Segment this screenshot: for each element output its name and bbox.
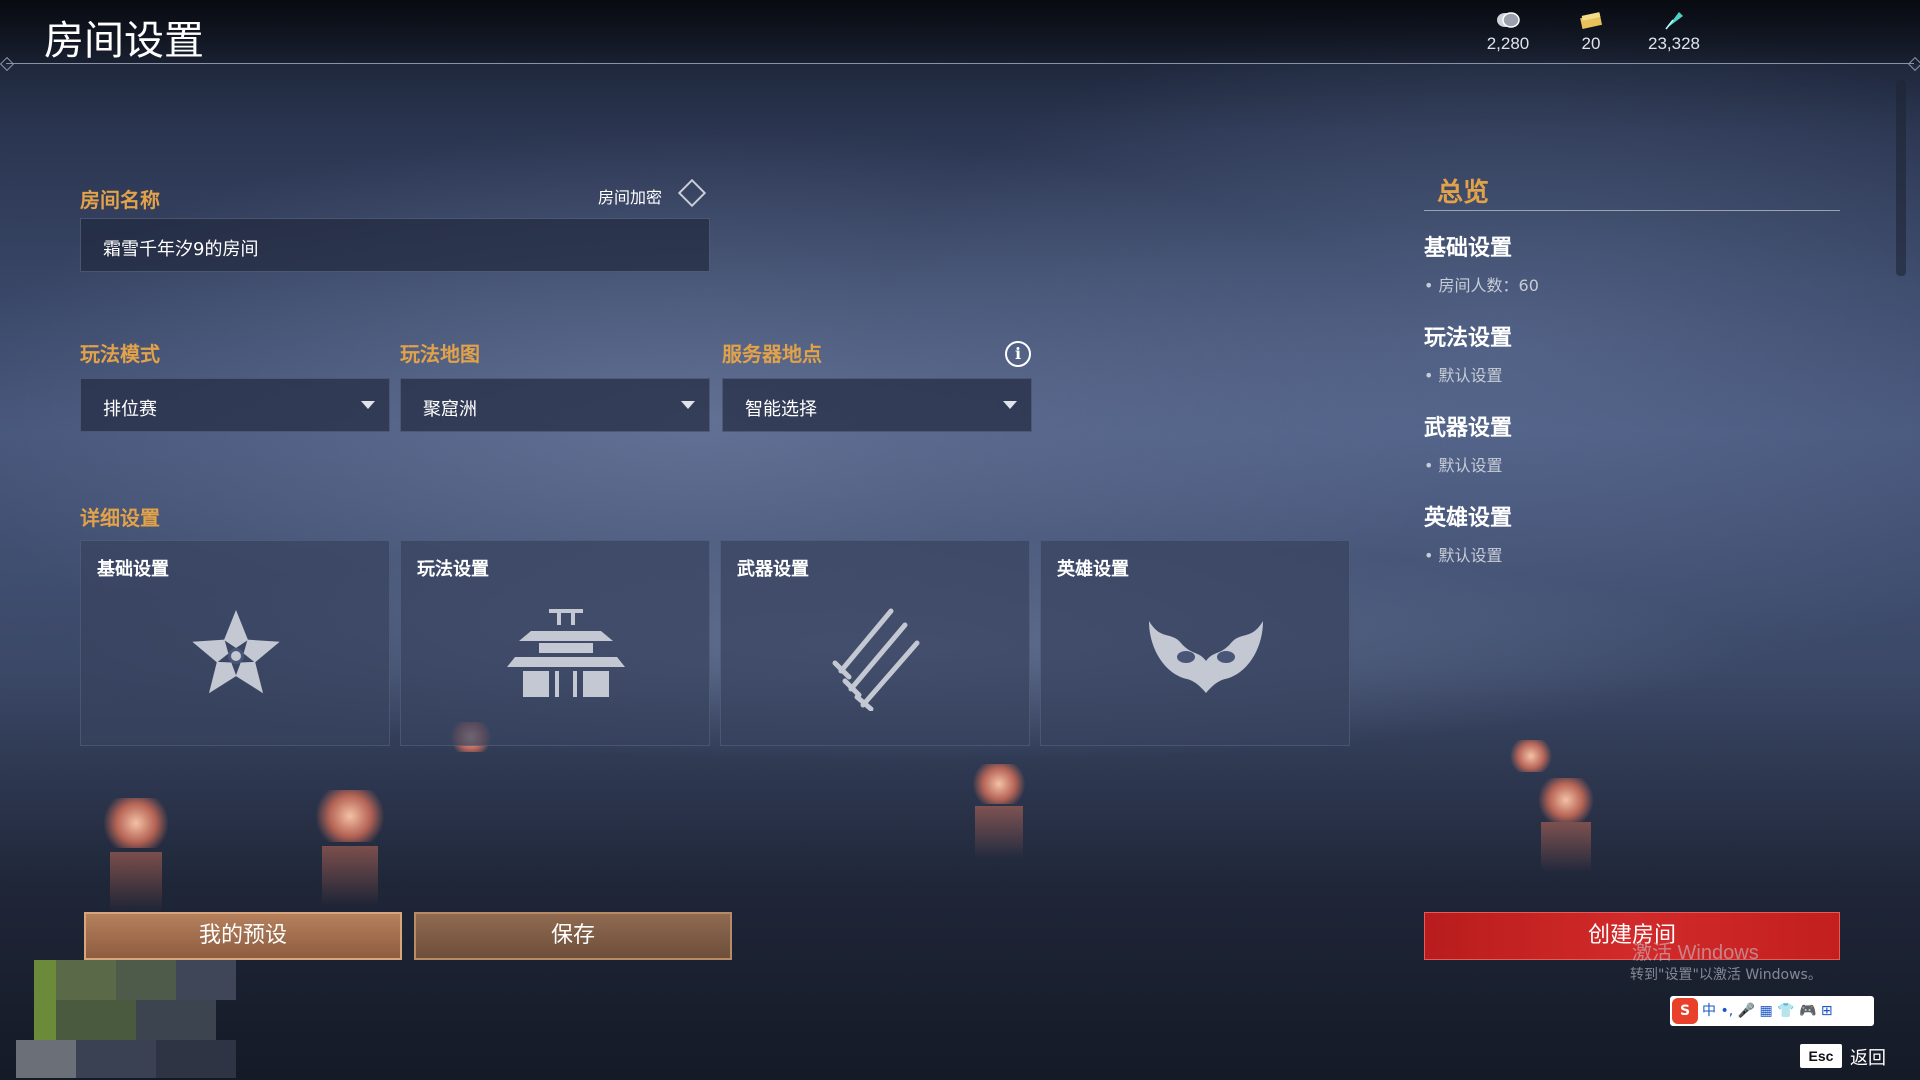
pixelated-avatar <box>16 960 274 1080</box>
lantern-reflection <box>975 806 1023 858</box>
ime-toolbar[interactable]: S中 •, 🎤 ▦ 👕 🎮 ⊞ <box>1670 996 1874 1026</box>
map-value: 聚窟洲 <box>423 399 477 420</box>
card-title: 玩法设置 <box>417 559 489 580</box>
overview-gameplay-detail: • 默认设置 <box>1424 366 1503 385</box>
overview-hero-detail: • 默认设置 <box>1424 546 1503 565</box>
lantern-decoration <box>1536 778 1596 822</box>
overview-weapon-detail: • 默认设置 <box>1424 456 1503 475</box>
scrollbar[interactable] <box>1896 80 1906 276</box>
header-divider <box>6 63 1914 64</box>
swords-icon <box>832 608 920 711</box>
card-title: 武器设置 <box>737 559 809 580</box>
lantern-decoration <box>312 790 388 842</box>
currency-coin: 2,280 <box>1463 10 1553 54</box>
chevron-down-icon <box>1003 401 1017 409</box>
windows-activation-hint: 转到"设置"以激活 Windows。 <box>1630 967 1822 983</box>
chevron-down-icon <box>361 401 375 409</box>
save-button[interactable]: 保存 <box>414 912 732 960</box>
my-presets-button[interactable]: 我的预设 <box>84 912 402 960</box>
lantern-decoration <box>100 798 172 848</box>
back-label[interactable]: 返回 <box>1850 1044 1886 1070</box>
overview-basic-heading: 基础设置 <box>1424 236 1513 261</box>
lantern-decoration <box>1508 740 1554 772</box>
map-label: 玩法地图 <box>400 342 480 366</box>
windows-activation-watermark: 激活 Windows <box>1632 942 1759 964</box>
ticket-count: 20 <box>1581 34 1601 53</box>
sogou-logo-icon: S <box>1672 998 1698 1024</box>
card-title: 基础设置 <box>97 559 169 580</box>
chevron-down-icon <box>681 401 695 409</box>
ime-status: 中 •, 🎤 ▦ 👕 🎮 ⊞ <box>1702 1003 1833 1019</box>
room-name-label: 房间名称 <box>80 188 160 212</box>
mode-label: 玩法模式 <box>80 342 160 366</box>
lantern-reflection <box>322 846 378 906</box>
overview-hero-heading: 英雄设置 <box>1424 506 1513 531</box>
card-weapon-settings[interactable]: 武器设置 <box>720 540 1030 746</box>
overview-weapon-heading: 武器设置 <box>1424 416 1513 441</box>
mode-dropdown[interactable]: 排位赛 <box>80 378 390 432</box>
coin-icon <box>1463 10 1553 30</box>
card-title: 英雄设置 <box>1057 559 1129 580</box>
server-dropdown[interactable]: 智能选择 <box>722 378 1032 432</box>
currency-ticket: 20 <box>1546 10 1636 54</box>
room-name-input[interactable]: 霜雪千年汐9的房间 <box>80 218 710 272</box>
card-basic-settings[interactable]: 基础设置 <box>80 540 390 746</box>
room-name-value: 霜雪千年汐9的房间 <box>103 239 259 260</box>
feather-icon <box>1629 10 1719 30</box>
lantern-reflection <box>1541 822 1591 872</box>
lantern-reflection <box>110 852 162 912</box>
ticket-icon <box>1546 10 1636 30</box>
map-dropdown[interactable]: 聚窟洲 <box>400 378 710 432</box>
lantern-decoration <box>970 764 1028 804</box>
page-title: 房间设置 <box>44 18 204 64</box>
esc-key-icon[interactable]: Esc <box>1800 1044 1842 1068</box>
details-label: 详细设置 <box>80 506 160 530</box>
mask-icon <box>1149 621 1263 693</box>
feather-count: 23,328 <box>1648 34 1700 53</box>
server-value: 智能选择 <box>745 399 817 420</box>
server-label: 服务器地点 <box>722 342 822 366</box>
info-icon[interactable]: i <box>1005 341 1031 367</box>
overview-divider <box>1424 210 1840 211</box>
room-encrypt-toggle[interactable] <box>677 178 707 208</box>
overview-title: 总览 <box>1437 178 1490 208</box>
flower-icon <box>192 610 280 694</box>
overview-gameplay-heading: 玩法设置 <box>1424 326 1513 351</box>
mode-value: 排位赛 <box>103 399 157 420</box>
overview-basic-detail: • 房间人数：60 <box>1424 276 1539 295</box>
coin-count: 2,280 <box>1486 34 1530 53</box>
card-gameplay-settings[interactable]: 玩法设置 <box>400 540 710 746</box>
room-encrypt-label: 房间加密 <box>598 188 663 207</box>
card-hero-settings[interactable]: 英雄设置 <box>1040 540 1350 746</box>
temple-icon <box>507 609 625 697</box>
currency-feather: 23,328 <box>1629 10 1719 54</box>
